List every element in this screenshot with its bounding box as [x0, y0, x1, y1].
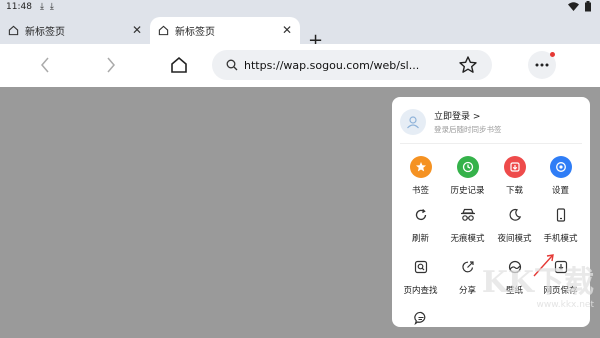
status-indicators: [568, 1, 592, 12]
menu-item-share[interactable]: 分享: [443, 256, 492, 296]
mobile-mode-icon: [550, 204, 572, 226]
menu-item-bookmarks[interactable]: 书签: [396, 156, 445, 196]
menu-item-label: 手机模式: [543, 234, 578, 244]
wallpaper-icon: [504, 256, 526, 278]
bookmark-icon: [409, 156, 432, 178]
login-title[interactable]: 立即登录 >: [434, 109, 502, 122]
notification-dot: [550, 52, 555, 57]
divider: [400, 143, 582, 144]
login-subtitle: 登录后随时同步书签: [434, 125, 502, 134]
wifi-icon: [568, 2, 579, 11]
menu-item-downloads[interactable]: 下载: [490, 156, 539, 196]
share-icon: [457, 256, 479, 278]
download-notification-icon: ⤓: [39, 2, 44, 12]
tab-title: 新标签页: [25, 27, 65, 38]
annotation-arrow-icon: [533, 254, 554, 277]
menu-item-feedback[interactable]: [396, 307, 445, 327]
menu-item-find-in-page[interactable]: 页内查找: [396, 256, 445, 296]
search-icon: [226, 59, 238, 71]
tab-1[interactable]: 新标签页 ✕: [0, 17, 150, 44]
menu-item-refresh[interactable]: 刷新: [396, 204, 445, 244]
night-mode-icon: [504, 204, 526, 226]
menu-item-label: 分享: [458, 286, 476, 296]
home-icon: [8, 25, 19, 36]
chevron-right-icon: [107, 57, 115, 73]
tab-2[interactable]: 新标签页 ✕: [150, 17, 300, 44]
download-icon: [503, 156, 526, 178]
forward-button[interactable]: [100, 54, 122, 76]
more-menu-button[interactable]: [528, 51, 556, 79]
home-button[interactable]: [168, 54, 190, 76]
close-tab-icon[interactable]: ✕: [282, 23, 292, 37]
back-button[interactable]: [34, 54, 56, 76]
settings-icon: [549, 156, 572, 178]
browser-menu-panel: 立即登录 > 登录后随时同步书签 书签 历史记录 下载 设置 刷新 无痕模式 夜…: [392, 97, 590, 327]
menu-item-label: 无痕模式: [450, 234, 485, 244]
refresh-icon: [410, 204, 432, 226]
menu-item-history[interactable]: 历史记录: [443, 156, 492, 196]
home-icon: [171, 56, 187, 73]
menu-item-incognito[interactable]: 无痕模式: [443, 204, 492, 244]
tab-bar: 新标签页 ✕ 新标签页 ✕ +: [0, 14, 600, 51]
close-tab-icon[interactable]: ✕: [132, 23, 142, 37]
menu-item-label: 网页保存: [543, 286, 578, 296]
find-in-page-icon: [410, 256, 432, 278]
menu-item-settings[interactable]: 设置: [536, 156, 585, 196]
menu-item-label: 页内查找: [403, 286, 438, 296]
chevron-left-icon: [41, 57, 49, 73]
url-input[interactable]: [244, 58, 434, 72]
menu-item-label: 历史记录: [450, 186, 485, 196]
avatar: [400, 109, 426, 135]
feedback-icon: [410, 307, 432, 327]
menu-item-label: 夜间模式: [497, 234, 532, 244]
more-dots-icon: [535, 63, 549, 67]
menu-item-label: 刷新: [411, 234, 429, 244]
home-icon: [158, 25, 169, 36]
login-row[interactable]: 立即登录 > 登录后随时同步书签: [400, 107, 502, 137]
browser-toolbar: [0, 44, 600, 87]
menu-item-label: 书签: [411, 186, 429, 196]
menu-item-label: 壁纸: [505, 286, 523, 296]
download-notification-icon: ⤓: [49, 2, 54, 12]
history-icon: [456, 156, 479, 178]
tab-title: 新标签页: [175, 27, 215, 38]
menu-item-label: 设置: [551, 186, 569, 196]
status-bar: 11:48 ⤓ ⤓: [0, 0, 600, 14]
battery-icon: [585, 1, 591, 12]
bookmark-star-icon[interactable]: [458, 55, 478, 75]
incognito-icon: [457, 204, 479, 226]
user-icon: [407, 116, 419, 129]
address-bar[interactable]: [212, 50, 492, 80]
menu-item-night-mode[interactable]: 夜间模式: [490, 204, 539, 244]
menu-item-label: 下载: [505, 186, 523, 196]
status-time: 11:48: [6, 2, 32, 12]
menu-item-mobile-mode[interactable]: 手机模式: [536, 204, 585, 244]
